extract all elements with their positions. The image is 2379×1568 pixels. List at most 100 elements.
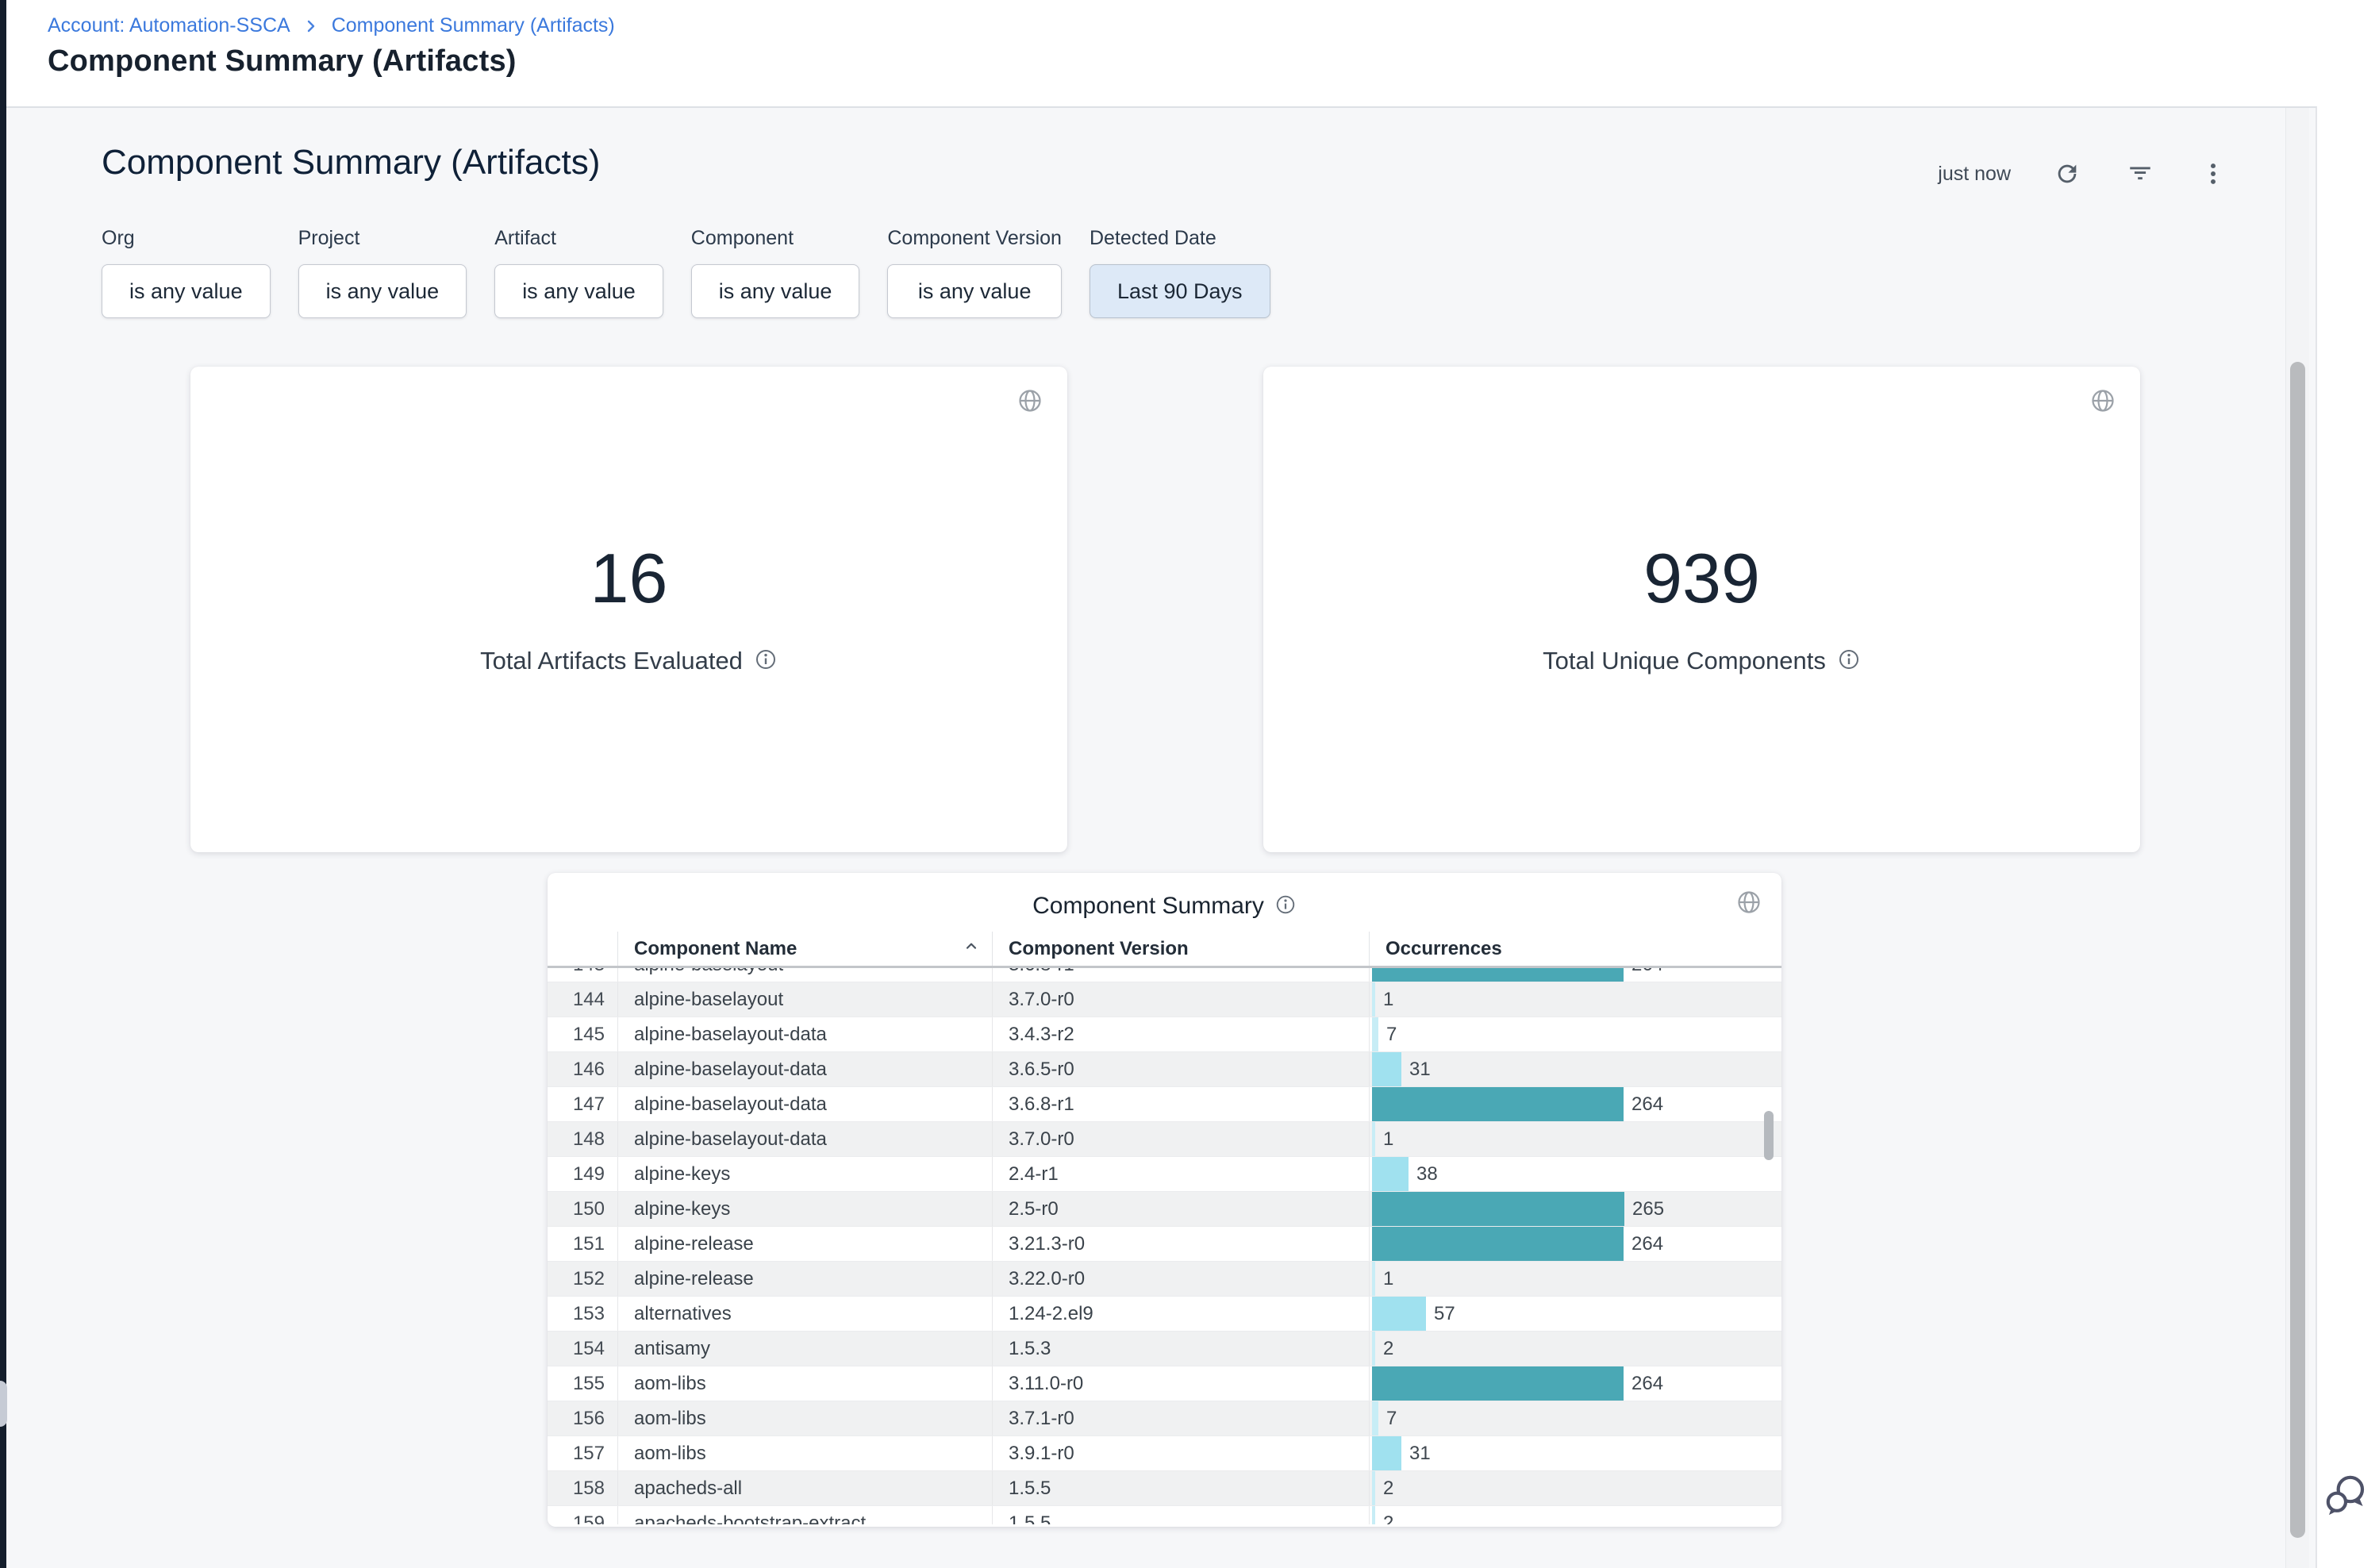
component-name-cell[interactable]: antisamy xyxy=(617,1332,992,1366)
occurrences-bar[interactable] xyxy=(1372,1017,1378,1051)
info-icon[interactable] xyxy=(754,648,778,675)
filter-value-button-detected-date[interactable]: Last 90 Days xyxy=(1090,264,1270,318)
more-options-button[interactable] xyxy=(2196,157,2230,190)
occurrences-column-header[interactable]: Occurrences xyxy=(1369,932,1755,966)
component-name-cell[interactable]: aom-libs xyxy=(617,1436,992,1470)
occurrences-bar[interactable] xyxy=(1372,1297,1426,1331)
top-header: Account: Automation-SSCA Component Summa… xyxy=(6,0,2379,106)
table-row[interactable]: 145alpine-baselayout-data3.4.3-r27 xyxy=(548,1017,1781,1052)
table-row[interactable]: 158apacheds-all1.5.52 xyxy=(548,1471,1781,1506)
component-version-cell[interactable]: 1.24-2.el9 xyxy=(992,1297,1369,1331)
occurrences-bar[interactable] xyxy=(1372,1087,1624,1121)
filter-value-button-project[interactable]: is any value xyxy=(298,264,467,318)
component-name-column-header[interactable]: Component Name xyxy=(617,932,992,966)
component-version-column-header[interactable]: Component Version xyxy=(992,932,1369,966)
component-name-cell[interactable]: apacheds-all xyxy=(617,1471,992,1505)
occurrences-bar[interactable] xyxy=(1372,1471,1375,1505)
info-icon[interactable] xyxy=(1274,894,1297,920)
component-version-cell[interactable]: 3.7.0-r0 xyxy=(992,982,1369,1017)
table-row[interactable]: 144alpine-baselayout3.7.0-r01 xyxy=(548,982,1781,1017)
table-row[interactable]: 147alpine-baselayout-data3.6.8-r1264 xyxy=(548,1087,1781,1122)
component-version-cell[interactable]: 3.22.0-r0 xyxy=(992,1262,1369,1296)
component-version-cell[interactable]: 1.5.5 xyxy=(992,1506,1369,1524)
table-row[interactable]: 159apacheds-bootstrap-extract1.5.52 xyxy=(548,1506,1781,1524)
left-nav-handle[interactable] xyxy=(0,1381,7,1427)
table-row[interactable]: 150alpine-keys2.5-r0265 xyxy=(548,1192,1781,1227)
component-version-cell[interactable]: 3.4.3-r2 xyxy=(992,1017,1369,1051)
table-row[interactable]: 149alpine-keys2.4-r138 xyxy=(548,1157,1781,1192)
row-number: 149 xyxy=(548,1157,617,1191)
component-name-cell[interactable]: aom-libs xyxy=(617,1401,992,1435)
filter-value-button-component[interactable]: is any value xyxy=(691,264,860,318)
occurrences-bar[interactable] xyxy=(1372,1366,1624,1401)
table-row[interactable]: 156aom-libs3.7.1-r07 xyxy=(548,1401,1781,1436)
component-name-cell[interactable]: alpine-baselayout-data xyxy=(617,1052,992,1086)
component-version-cell[interactable]: 3.7.0-r0 xyxy=(992,1122,1369,1156)
component-version-cell[interactable]: 3.21.3-r0 xyxy=(992,1227,1369,1261)
row-number: 146 xyxy=(548,1052,617,1086)
tile-total-artifacts-evaluated: 16 Total Artifacts Evaluated xyxy=(190,367,1067,852)
table-row[interactable]: 143alpine-baselayout3.6.8-r1264 xyxy=(548,968,1781,982)
component-name-cell[interactable]: alpine-baselayout-data xyxy=(617,1122,992,1156)
component-version-cell[interactable]: 3.7.1-r0 xyxy=(992,1401,1369,1435)
occurrences-bar[interactable] xyxy=(1372,1157,1409,1191)
table-row[interactable]: 154antisamy1.5.32 xyxy=(548,1332,1781,1366)
component-version-cell[interactable]: 2.5-r0 xyxy=(992,1192,1369,1226)
occurrences-bar[interactable] xyxy=(1372,1332,1375,1366)
occurrences-bar[interactable] xyxy=(1372,1122,1375,1156)
occurrences-cell: 2 xyxy=(1369,1471,1755,1505)
occurrences-bar[interactable] xyxy=(1372,1436,1401,1470)
component-name-cell[interactable]: alpine-baselayout-data xyxy=(617,1087,992,1121)
component-name-cell[interactable]: alpine-keys xyxy=(617,1157,992,1191)
filter-value-button-org[interactable]: is any value xyxy=(102,264,271,318)
component-version-cell[interactable]: 3.11.0-r0 xyxy=(992,1366,1369,1401)
occurrences-bar[interactable] xyxy=(1372,1506,1375,1524)
component-version-cell[interactable]: 3.6.8-r1 xyxy=(992,1087,1369,1121)
refresh-button[interactable] xyxy=(2050,157,2084,190)
component-version-cell[interactable]: 1.5.3 xyxy=(992,1332,1369,1366)
globe-icon[interactable] xyxy=(1017,387,1043,418)
globe-icon[interactable] xyxy=(1735,889,1762,920)
table-row[interactable]: 151alpine-release3.21.3-r0264 xyxy=(548,1227,1781,1262)
component-name-cell[interactable]: alpine-release xyxy=(617,1262,992,1296)
table-row[interactable]: 148alpine-baselayout-data3.7.0-r01 xyxy=(548,1122,1781,1157)
component-name-cell[interactable]: alpine-baselayout xyxy=(617,968,992,982)
component-version-cell[interactable]: 2.4-r1 xyxy=(992,1157,1369,1191)
component-version-cell[interactable]: 3.6.8-r1 xyxy=(992,968,1369,982)
page-scrollbar-thumb[interactable] xyxy=(2290,362,2305,1538)
table-row[interactable]: 152alpine-release3.22.0-r01 xyxy=(548,1262,1781,1297)
occurrences-bar[interactable] xyxy=(1372,1052,1401,1086)
component-version-cell[interactable]: 1.5.5 xyxy=(992,1471,1369,1505)
breadcrumb-account-link[interactable]: Account: Automation-SSCA xyxy=(48,14,290,37)
globe-icon[interactable] xyxy=(2089,387,2116,418)
table-row[interactable]: 155aom-libs3.11.0-r0264 xyxy=(548,1366,1781,1401)
table-scrollbar-thumb[interactable] xyxy=(1764,1111,1774,1160)
component-name-cell[interactable]: alternatives xyxy=(617,1297,992,1331)
row-number-column-header xyxy=(548,932,617,966)
table-row[interactable]: 157aom-libs3.9.1-r031 xyxy=(548,1436,1781,1471)
occurrences-bar[interactable] xyxy=(1372,1192,1624,1226)
filter-value-button-artifact[interactable]: is any value xyxy=(494,264,663,318)
table-row[interactable]: 153alternatives1.24-2.el957 xyxy=(548,1297,1781,1332)
occurrences-value: 57 xyxy=(1434,1297,1455,1331)
occurrences-bar[interactable] xyxy=(1372,982,1375,1017)
chat-support-icon[interactable] xyxy=(2323,1473,2368,1517)
component-name-cell[interactable]: apacheds-bootstrap-extract xyxy=(617,1506,992,1524)
filter-toggle-button[interactable] xyxy=(2123,157,2157,190)
component-name-cell[interactable]: alpine-baselayout xyxy=(617,982,992,1017)
occurrences-bar[interactable] xyxy=(1372,1227,1624,1261)
table-row[interactable]: 146alpine-baselayout-data3.6.5-r031 xyxy=(548,1052,1781,1087)
component-version-cell[interactable]: 3.6.5-r0 xyxy=(992,1052,1369,1086)
filter-value-button-component-version[interactable]: is any value xyxy=(887,264,1062,318)
component-name-cell[interactable]: alpine-release xyxy=(617,1227,992,1261)
occurrences-bar[interactable] xyxy=(1372,1401,1378,1435)
occurrences-bar[interactable] xyxy=(1372,968,1624,982)
breadcrumb-current-link[interactable]: Component Summary (Artifacts) xyxy=(332,14,615,37)
page-scrollbar-track[interactable] xyxy=(2285,108,2309,1568)
component-name-cell[interactable]: alpine-baselayout-data xyxy=(617,1017,992,1051)
component-name-cell[interactable]: aom-libs xyxy=(617,1366,992,1401)
info-icon[interactable] xyxy=(1837,648,1861,675)
occurrences-bar[interactable] xyxy=(1372,1262,1375,1296)
component-version-cell[interactable]: 3.9.1-r0 xyxy=(992,1436,1369,1470)
component-name-cell[interactable]: alpine-keys xyxy=(617,1192,992,1226)
